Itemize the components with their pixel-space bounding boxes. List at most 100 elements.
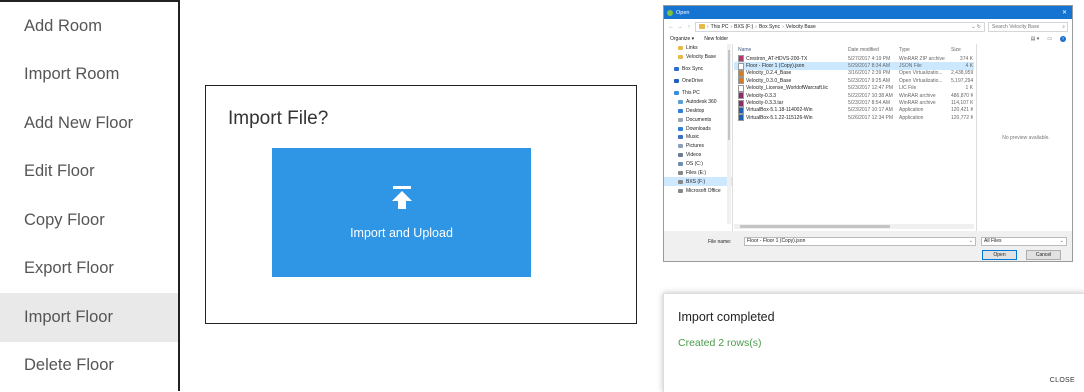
nav-item-this-pc[interactable]: This PC [664,89,732,98]
organize-button[interactable]: Organize ▾ [670,36,694,42]
menu-item-delete-floor[interactable]: Delete Floor [0,342,178,391]
address-row: ← → ↑ › This PC › BXS (F:) › Box Sync › … [664,19,1072,34]
back-icon[interactable]: ← [668,24,674,30]
nav-item-onedrive[interactable]: OneDrive [664,77,732,86]
menu-item-import-room[interactable]: Import Room [0,51,178,100]
file-name-input[interactable]: Floor - Floor 1 (Copy).json ⌄ [744,237,976,246]
nav-item-microsoft-office[interactable]: Microsoft Office [664,186,732,195]
column-date-modified[interactable]: Date modified [848,47,899,53]
nav-item-desktop[interactable]: Desktop [664,106,732,115]
file-date: 5/23/2017 10:17 AM [848,107,893,114]
file-name: Velocity_0.3.0_Base [746,77,792,84]
music-icon [678,135,683,140]
file-row[interactable]: Velocity_0.2.4_Base 3/16/2017 2:39 PM Open… [734,69,974,77]
cloud-icon [678,99,683,104]
new-folder-button[interactable]: New folder [704,36,728,42]
nav-item-autodesk[interactable]: Autodesk 360 [664,97,732,106]
forward-icon[interactable]: → [677,24,683,30]
file-date: 5/23/2017 12:47 PM [848,85,894,92]
dialog-close-icon[interactable]: ✕ [1062,9,1067,16]
nav-item-videos[interactable]: Videos [664,151,732,160]
column-size[interactable]: Size [951,47,973,53]
file-row[interactable]: Velocity_License_WorldofWarcraft.lic 5/23… [734,84,974,92]
nav-item-velocity-base[interactable]: Velocity Base [664,53,732,62]
import-file-panel: Import File? Import and Upload [205,85,637,324]
view-options-icon[interactable]: ▤ ▾ [1031,36,1040,42]
open-file-dialog: Open ✕ ← → ↑ › This PC › BXS (F:) › Box … [663,5,1073,262]
chevron-down-icon[interactable]: ⌄ [1060,238,1064,245]
nav-item-documents[interactable]: Documents [664,115,732,124]
file-row[interactable]: Crestron_AT-HDVS-200-TX 5/27/2017 4:19 PM… [734,55,974,63]
nav-item-box-sync[interactable]: Box Sync [664,65,732,74]
file-list-header: Name Date modified Type Size [734,44,974,55]
file-row[interactable]: Velocity_0.3.0_Base 5/23/2017 9:25 AM Open… [734,77,974,85]
file-size: 486,870 K [951,92,973,99]
menu-item-export-floor[interactable]: Export Floor [0,245,178,294]
search-input[interactable]: Search Velocity Base ⌕ [988,21,1068,32]
nav-item-pictures[interactable]: Pictures [664,142,732,151]
help-icon[interactable]: ? [1060,36,1066,42]
file-type-select[interactable]: All Files ⌄ [981,237,1067,246]
file-icon [738,55,744,63]
file-name-label: File name: [708,239,732,245]
file-size: 5,197,294 K [951,77,973,84]
file-row[interactable]: VirtualBox-5.1.22-115126-Win 5/26/2017 12… [734,114,974,122]
nav-item-downloads[interactable]: Downloads [664,124,732,133]
close-button[interactable]: CLOSE [1050,377,1075,384]
file-date: 5/23/2017 8:54 AM [848,100,890,107]
open-button[interactable]: Open [982,250,1017,260]
column-type[interactable]: Type [899,47,951,53]
cloud-icon [674,79,679,84]
nav-item-links[interactable]: Links [664,44,732,53]
breadcrumb-this-pc[interactable]: This PC [711,24,729,30]
menu-item-edit-floor[interactable]: Edit Floor [0,148,178,197]
file-icon [738,84,744,92]
file-icon [738,62,744,70]
search-icon: ⌕ [1062,23,1065,30]
menu-item-import-floor[interactable]: Import Floor [0,293,178,342]
file-name: Floor - Floor 1 (Copy).json [746,63,805,70]
file-size: 114,107 K [951,100,973,107]
nav-item-os-c[interactable]: OS (C:) [664,160,732,169]
breadcrumb-box-sync[interactable]: Box Sync [759,24,780,30]
file-row[interactable]: VirtualBox-5.1.18-114002-Win 5/23/2017 10… [734,106,974,114]
cancel-button[interactable]: Cancel [1026,250,1061,260]
menu-item-add-new-floor[interactable]: Add New Floor [0,99,178,148]
file-row[interactable]: Floor - Floor 1 (Copy).json 5/29/2017 8:3… [734,62,974,70]
address-bar[interactable]: › This PC › BXS (F:) › Box Sync › Veloci… [695,21,985,32]
preview-pane-icon[interactable]: ▭ [1047,36,1052,42]
toolbar: Organize ▾ New folder ▤ ▾ ▭ ? [664,34,1072,44]
file-date: 5/26/2017 12:34 PM [848,114,894,121]
preview-pane: No preview available. [976,44,1072,231]
file-type: Open Virtualizatio... [899,70,943,77]
file-date: 5/29/2017 8:34 AM [848,63,890,70]
nav-item-bxs-f[interactable]: BXS (F:) [664,177,732,187]
horizontal-scrollbar[interactable] [734,224,974,229]
nav-item-music[interactable]: Music [664,133,732,142]
file-type: LIC File [899,85,917,92]
file-name: Velocity-0.3.3.tar [746,100,784,107]
nav-item-files-e[interactable]: Files (E:) [664,169,732,178]
file-row[interactable]: Velocity-0.3.3 5/22/2017 10:38 AM WinRAR a… [734,92,974,100]
menu-item-add-room[interactable]: Add Room [0,2,178,51]
file-row[interactable]: Velocity-0.3.3.tar 5/23/2017 8:54 AM WinRA… [734,99,974,107]
refresh-icon[interactable]: ⌄ ↻ [971,24,981,30]
folder-icon [678,46,683,51]
import-completed-dialog: Import completed Created 2 rows(s) CLOSE [663,293,1084,392]
nav-scrollbar[interactable] [727,44,731,224]
file-name: Velocity_License_WorldofWarcraft.lic [746,85,828,92]
file-date: 3/16/2017 2:39 PM [848,70,891,77]
column-name[interactable]: Name [734,47,848,53]
up-icon[interactable]: ↑ [686,24,692,30]
dialog-body: Links Velocity Base Box Sync OneDrive Th… [664,44,1072,231]
breadcrumb-velocity-base[interactable]: Velocity Base [786,24,816,30]
import-upload-button[interactable]: Import and Upload [272,148,531,277]
drive-icon [678,179,683,184]
box-icon [674,67,679,72]
menu-item-copy-floor[interactable]: Copy Floor [0,196,178,245]
breadcrumb-bxs[interactable]: BXS (F:) [734,24,753,30]
downloads-icon [678,126,683,131]
file-date: 5/23/2017 9:25 AM [848,77,890,84]
chevron-down-icon[interactable]: ⌄ [969,238,973,245]
file-type: Application [899,114,924,121]
